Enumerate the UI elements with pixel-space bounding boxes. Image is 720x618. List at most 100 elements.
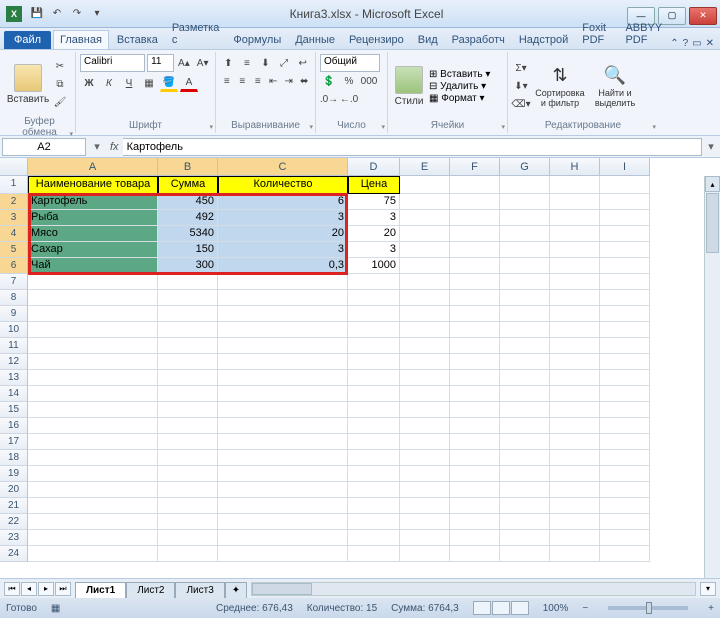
cell-H14[interactable]: [550, 386, 600, 402]
cell-H18[interactable]: [550, 450, 600, 466]
cell-E3[interactable]: [400, 210, 450, 226]
cell-I1[interactable]: [600, 176, 650, 194]
format-cells-button[interactable]: ▦ Формат ▾: [429, 93, 490, 104]
cell-I4[interactable]: [600, 226, 650, 242]
cell-E15[interactable]: [400, 402, 450, 418]
cell-C18[interactable]: [218, 450, 348, 466]
normal-view-icon[interactable]: [473, 601, 491, 615]
page-layout-view-icon[interactable]: [492, 601, 510, 615]
cell-F10[interactable]: [450, 322, 500, 338]
cell-I23[interactable]: [600, 530, 650, 546]
sheet-tab-3[interactable]: Лист3: [175, 582, 224, 598]
row-header-21[interactable]: 21: [0, 498, 28, 514]
cell-G24[interactable]: [500, 546, 550, 562]
next-sheet-icon[interactable]: ▸: [38, 582, 54, 596]
row-header-8[interactable]: 8: [0, 290, 28, 306]
cut-icon[interactable]: ✂: [51, 57, 69, 75]
paste-button[interactable]: Вставить: [8, 54, 48, 114]
cell-G22[interactable]: [500, 514, 550, 530]
tab-formulas[interactable]: Формулы: [227, 31, 287, 49]
cell-G11[interactable]: [500, 338, 550, 354]
currency-icon[interactable]: 💲: [320, 72, 338, 90]
cell-B23[interactable]: [158, 530, 218, 546]
row-header-14[interactable]: 14: [0, 386, 28, 402]
cell-H24[interactable]: [550, 546, 600, 562]
cell-G9[interactable]: [500, 306, 550, 322]
border-icon[interactable]: ▦: [140, 74, 158, 92]
cell-A5[interactable]: Сахар: [28, 242, 158, 258]
cell-A18[interactable]: [28, 450, 158, 466]
column-header-E[interactable]: E: [400, 158, 450, 175]
cell-G15[interactable]: [500, 402, 550, 418]
cell-F23[interactable]: [450, 530, 500, 546]
cell-D3[interactable]: 3: [348, 210, 400, 226]
cell-C9[interactable]: [218, 306, 348, 322]
cell-B13[interactable]: [158, 370, 218, 386]
cell-B20[interactable]: [158, 482, 218, 498]
cell-C3[interactable]: 3: [218, 210, 348, 226]
cell-A7[interactable]: [28, 274, 158, 290]
cell-E22[interactable]: [400, 514, 450, 530]
cell-F3[interactable]: [450, 210, 500, 226]
cell-C19[interactable]: [218, 466, 348, 482]
decrease-indent-icon[interactable]: ⇤: [267, 72, 281, 90]
cell-D23[interactable]: [348, 530, 400, 546]
cell-G12[interactable]: [500, 354, 550, 370]
cell-D15[interactable]: [348, 402, 400, 418]
cell-B14[interactable]: [158, 386, 218, 402]
cell-D20[interactable]: [348, 482, 400, 498]
copy-icon[interactable]: ⧉: [51, 75, 69, 93]
cell-C21[interactable]: [218, 498, 348, 514]
align-right-icon[interactable]: ≡: [251, 72, 265, 90]
cell-B5[interactable]: 150: [158, 242, 218, 258]
cell-E7[interactable]: [400, 274, 450, 290]
row-header-2[interactable]: 2: [0, 194, 28, 210]
cell-A11[interactable]: [28, 338, 158, 354]
increase-indent-icon[interactable]: ⇥: [282, 72, 296, 90]
cell-B2[interactable]: 450: [158, 194, 218, 210]
cell-C13[interactable]: [218, 370, 348, 386]
cell-H22[interactable]: [550, 514, 600, 530]
select-all-corner[interactable]: [0, 158, 28, 175]
sort-filter-button[interactable]: ⇅ Сортировка и фильтр: [533, 56, 587, 116]
cell-B6[interactable]: 300: [158, 258, 218, 274]
cell-A12[interactable]: [28, 354, 158, 370]
cell-I18[interactable]: [600, 450, 650, 466]
bold-icon[interactable]: Ж: [80, 74, 98, 92]
cell-D13[interactable]: [348, 370, 400, 386]
cell-D2[interactable]: 75: [348, 194, 400, 210]
cell-C11[interactable]: [218, 338, 348, 354]
italic-icon[interactable]: К: [100, 74, 118, 92]
cell-B16[interactable]: [158, 418, 218, 434]
column-header-A[interactable]: A: [28, 158, 158, 175]
cell-A8[interactable]: [28, 290, 158, 306]
cell-I12[interactable]: [600, 354, 650, 370]
cell-B21[interactable]: [158, 498, 218, 514]
align-center-icon[interactable]: ≡: [236, 72, 250, 90]
tab-view[interactable]: Вид: [412, 31, 444, 49]
cell-G16[interactable]: [500, 418, 550, 434]
page-break-view-icon[interactable]: [511, 601, 529, 615]
cell-G18[interactable]: [500, 450, 550, 466]
name-box-dropdown-icon[interactable]: ▾: [88, 140, 106, 153]
minimize-ribbon-icon[interactable]: ⌃: [670, 38, 678, 49]
prev-sheet-icon[interactable]: ◂: [21, 582, 37, 596]
wrap-text-icon[interactable]: ↩: [294, 54, 311, 72]
cell-D7[interactable]: [348, 274, 400, 290]
decrease-decimal-icon[interactable]: ←.0: [340, 90, 358, 108]
tab-layout[interactable]: Разметка с: [166, 19, 226, 49]
cell-F2[interactable]: [450, 194, 500, 210]
cell-H17[interactable]: [550, 434, 600, 450]
cell-G17[interactable]: [500, 434, 550, 450]
cell-F14[interactable]: [450, 386, 500, 402]
row-header-7[interactable]: 7: [0, 274, 28, 290]
cell-H2[interactable]: [550, 194, 600, 210]
cell-B17[interactable]: [158, 434, 218, 450]
cell-F17[interactable]: [450, 434, 500, 450]
cell-F20[interactable]: [450, 482, 500, 498]
cell-F12[interactable]: [450, 354, 500, 370]
cell-G4[interactable]: [500, 226, 550, 242]
cell-E5[interactable]: [400, 242, 450, 258]
cell-G3[interactable]: [500, 210, 550, 226]
cell-G14[interactable]: [500, 386, 550, 402]
